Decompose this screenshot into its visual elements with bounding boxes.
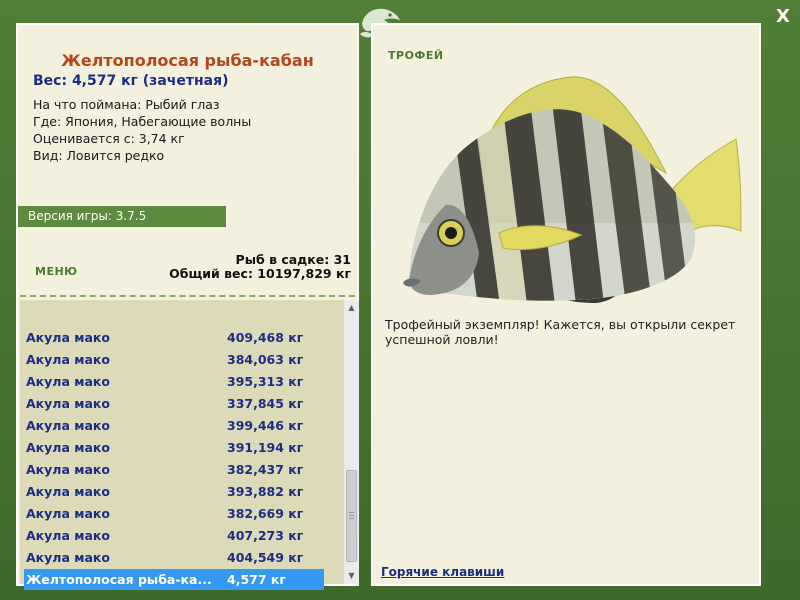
catch-item-name: Акула мако	[26, 528, 110, 543]
catch-list-item[interactable]: Акула мако 407,273 кг	[24, 525, 324, 546]
catch-list-item[interactable]: Акула мако 395,313 кг	[24, 371, 324, 392]
fish-bait: На что поймана: Рыбий глаз	[33, 97, 220, 112]
catch-item-name: Акула мако	[26, 462, 110, 477]
hotkeys-link[interactable]: Горячие клавиши	[381, 565, 504, 579]
catch-item-name: Акула мако	[26, 352, 110, 367]
fish-kind: Вид: Ловится редко	[33, 148, 165, 163]
scroll-grip	[349, 515, 354, 516]
catch-item-name: Акула мако	[26, 550, 110, 565]
catch-list-item[interactable]: Акула мако 382,669 кг	[24, 503, 324, 524]
catch-item-weight: 382,669 кг	[227, 506, 304, 521]
catch-item-name: Акула мако	[26, 374, 110, 389]
catch-item-weight: 4,577 кг	[227, 572, 286, 587]
catch-item-weight: 399,446 кг	[227, 418, 304, 433]
catch-item-name: Акула мако	[26, 440, 110, 455]
catch-item-weight: 404,549 кг	[227, 550, 304, 565]
catch-item-name: Акула мако	[26, 506, 110, 521]
catch-item-weight: 384,063 кг	[227, 352, 304, 367]
catch-list-item[interactable]: Акула мако 384,063 кг	[24, 349, 324, 370]
trophy-label: ТРОФЕЙ	[388, 49, 444, 62]
scroll-thumb[interactable]	[346, 470, 357, 562]
scrollbar[interactable]: ▲ ▼	[343, 300, 359, 584]
fish-count: Рыб в садке: 31	[235, 252, 351, 267]
catch-list-item[interactable]: Желтополосая рыба-ка... 4,577 кг	[24, 569, 324, 590]
fish-info: На что поймана: Рыбий глаз Где: Япония, …	[33, 96, 251, 164]
scroll-up-arrow-icon[interactable]: ▲	[344, 300, 359, 316]
catch-item-name: Акула мако	[26, 330, 110, 345]
scroll-grip	[349, 512, 354, 513]
total-weight: Общий вес: 10197,829 кг	[169, 266, 351, 281]
close-button[interactable]: X	[772, 6, 794, 28]
catch-list: Акула мако 409,468 кг Акула мако 384,063 кг…	[20, 300, 338, 590]
scroll-grip	[349, 518, 354, 519]
fish-weight: Вес: 4,577 кг (зачетная)	[33, 73, 229, 89]
right-panel: ТРОФЕЙ Трофейный экземпляр! Кажется, вы …	[371, 23, 761, 586]
trophy-description: Трофейный экземпляр! Кажется, вы открыли…	[385, 317, 736, 347]
catch-list-item[interactable]: Акула мако 393,882 кг	[24, 481, 324, 502]
catch-list-item[interactable]: Акула мако 337,845 кг	[24, 393, 324, 414]
catch-list-item[interactable]: Акула мако 399,446 кг	[24, 415, 324, 436]
scroll-down-arrow-icon[interactable]: ▼	[344, 568, 359, 584]
keepnet-stats: Рыб в садке: 31 Общий вес: 10197,829 кг	[169, 253, 351, 281]
catch-list-area: Акула мако 409,468 кг Акула мако 384,063 кг…	[20, 300, 359, 590]
catch-item-weight: 409,468 кг	[227, 330, 304, 345]
fish-valued: Оценивается с: 3,74 кг	[33, 131, 185, 146]
catch-list-item[interactable]: Акула мако 404,549 кг	[24, 547, 324, 568]
catch-item-weight: 337,845 кг	[227, 396, 304, 411]
catch-list-item[interactable]: Акула мако 391,194 кг	[24, 437, 324, 458]
catch-item-weight: 393,882 кг	[227, 484, 304, 499]
catch-item-weight: 391,194 кг	[227, 440, 304, 455]
fish-location: Где: Япония, Набегающие волны	[33, 114, 252, 129]
catch-list-item[interactable]: Акула мако 409,468 кг	[24, 327, 324, 348]
menu-button[interactable]: МЕНЮ	[35, 265, 78, 278]
fish-image	[403, 76, 742, 303]
divider	[20, 295, 355, 297]
catch-list-item[interactable]: Акула мако 382,437 кг	[24, 459, 324, 480]
catch-item-name: Акула мако	[26, 418, 110, 433]
left-panel: Желтополосая рыба-кабан Вес: 4,577 кг (з…	[16, 23, 359, 590]
catch-item-weight: 382,437 кг	[227, 462, 304, 477]
catch-item-name: Акула мако	[26, 484, 110, 499]
catch-item-weight: 395,313 кг	[227, 374, 304, 389]
catch-item-name: Акула мако	[26, 396, 110, 411]
fish-name-title: Желтополосая рыба-кабан	[61, 51, 314, 70]
catch-item-weight: 407,273 кг	[227, 528, 304, 543]
game-version: Версия игры: 3.7.5	[18, 206, 226, 227]
catch-item-name: Желтополосая рыба-ка...	[26, 572, 212, 587]
